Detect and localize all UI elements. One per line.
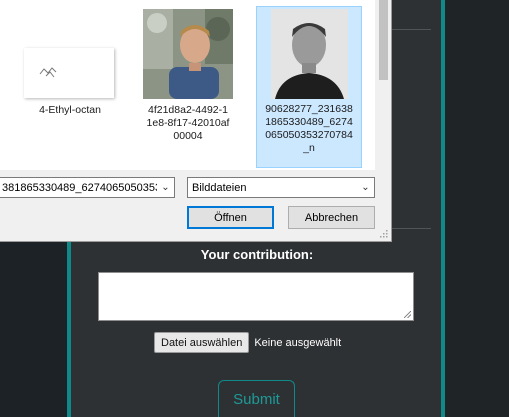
file-tile[interactable]: 4f21d8a2-4492-1 1e8-8f17-42010af 00004: [134, 0, 242, 150]
submit-button[interactable]: Submit: [218, 380, 295, 417]
vertical-scrollbar[interactable]: [375, 0, 391, 170]
filename-combobox[interactable]: 381865330489_6274065050353 ⌄: [0, 177, 175, 198]
filetype-value: Bilddateien: [192, 181, 247, 194]
file-name: 90628277_231638 1865330489_6274 06505035…: [265, 103, 353, 154]
file-open-dialog: 4-Ethyl-octan 4f21d8a2-4492-1 1e8-8f17-4…: [0, 0, 392, 242]
file-name: 4-Ethyl-octan: [39, 104, 101, 116]
filename-value: 381865330489_6274065050353: [2, 181, 162, 194]
open-button[interactable]: Öffnen: [187, 206, 274, 229]
resize-grip-icon[interactable]: [404, 311, 411, 318]
page-background-right: [445, 0, 509, 417]
file-upload-row: Datei auswählen Keine ausgewählt: [154, 332, 341, 353]
file-status-text: Keine ausgewählt: [254, 336, 342, 349]
file-tile[interactable]: 4-Ethyl-octan: [16, 0, 124, 150]
divider-line: [390, 29, 431, 30]
photo-person-outdoors-thumbnail: [143, 9, 233, 99]
photo-person-portrait-thumbnail: [271, 9, 348, 99]
chemical-structure-thumbnail: [24, 48, 114, 98]
file-name: 4f21d8a2-4492-1 1e8-8f17-42010af 00004: [146, 104, 230, 142]
scrollbar-thumb[interactable]: [379, 0, 388, 80]
contribution-textarea[interactable]: [98, 272, 414, 321]
choose-file-button[interactable]: Datei auswählen: [154, 332, 250, 353]
cancel-button[interactable]: Abbrechen: [288, 206, 375, 229]
filetype-combobox[interactable]: Bilddateien ⌄: [187, 177, 375, 198]
contribution-label: Your contribution:: [200, 247, 314, 262]
chevron-down-icon[interactable]: ⌄: [157, 178, 174, 197]
size-grip-icon[interactable]: [380, 230, 388, 238]
chevron-down-icon[interactable]: ⌄: [357, 178, 374, 197]
divider-line: [390, 228, 431, 229]
file-list-view[interactable]: 4-Ethyl-octan 4f21d8a2-4492-1 1e8-8f17-4…: [0, 0, 375, 170]
file-tile-selected[interactable]: 90628277_231638 1865330489_6274 06505035…: [256, 6, 362, 168]
